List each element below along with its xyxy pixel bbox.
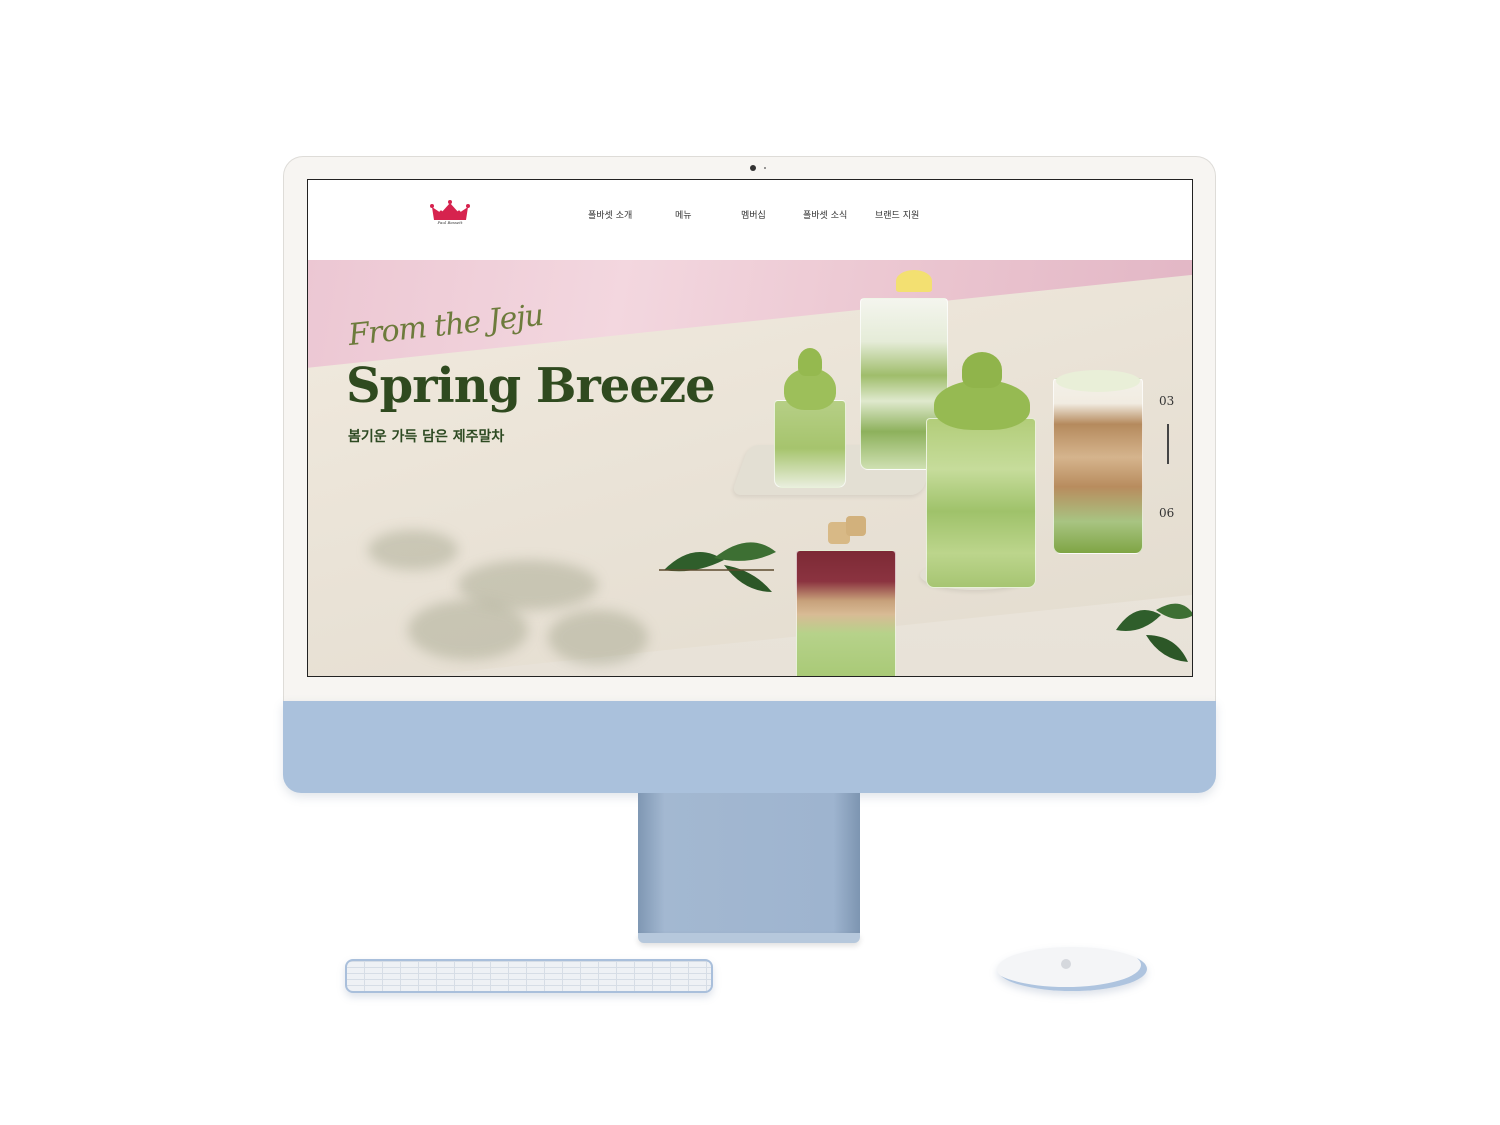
matcha-coffee-glass [1053, 378, 1143, 554]
nav-item-about[interactable]: 폴바셋 소개 [588, 208, 632, 221]
crown-logo-icon[interactable] [428, 198, 472, 230]
browser-screen: Paul Bassett 폴바셋 소개 메뉴 멤버십 폴바셋 소식 브랜드 지원… [307, 179, 1193, 677]
shadow-decoration [368, 530, 458, 570]
site-header: Paul Bassett 폴바셋 소개 메뉴 멤버십 폴바셋 소식 브랜드 지원 [308, 180, 1192, 260]
matcha-softserve-glass [774, 400, 846, 488]
camera-icon [750, 165, 756, 171]
shadow-decoration [408, 600, 528, 660]
imac-stand [638, 793, 860, 933]
hero-banner[interactable]: From the Jeju Spring Breeze 봄기운 가득 담은 제주… [308, 260, 1192, 676]
camera-indicator [764, 167, 766, 169]
matcha-bingsu-cup [796, 550, 896, 676]
nav-item-news[interactable]: 폴바셋 소식 [803, 208, 847, 221]
apple-logo-icon [1061, 959, 1071, 969]
slide-total: 06 [1159, 506, 1175, 520]
shadow-decoration [548, 610, 648, 665]
matcha-foam-top [1056, 370, 1140, 392]
lemon-slice [896, 270, 932, 292]
tea-leaves-right [1116, 603, 1192, 662]
matcha-latte-front-glass [926, 418, 1036, 588]
slide-current: 03 [1159, 394, 1175, 408]
mouse[interactable] [997, 947, 1147, 991]
rice-cake-topping [846, 516, 866, 536]
slide-progress-line[interactable] [1167, 424, 1169, 464]
nav-item-menu[interactable]: 메뉴 [675, 208, 692, 221]
hero-headline: Spring Breeze [346, 358, 716, 414]
imac-stand-foot [638, 933, 860, 943]
nav-item-brand-support[interactable]: 브랜드 지원 [875, 208, 919, 221]
keyboard[interactable] [345, 959, 713, 993]
nav-item-membership[interactable]: 멤버십 [741, 208, 766, 221]
logo-wordmark: Paul Bassett [437, 220, 463, 225]
hero-subtitle: 봄기운 가득 담은 제주말차 [348, 429, 505, 445]
main-nav: 폴바셋 소개 메뉴 멤버십 폴바셋 소식 브랜드 지원 [578, 208, 938, 224]
matcha-latte-cream-tip [962, 352, 1002, 388]
imac-chin [283, 701, 1216, 793]
matcha-softserve-tip [798, 348, 822, 376]
tea-leaves-left [659, 542, 776, 592]
